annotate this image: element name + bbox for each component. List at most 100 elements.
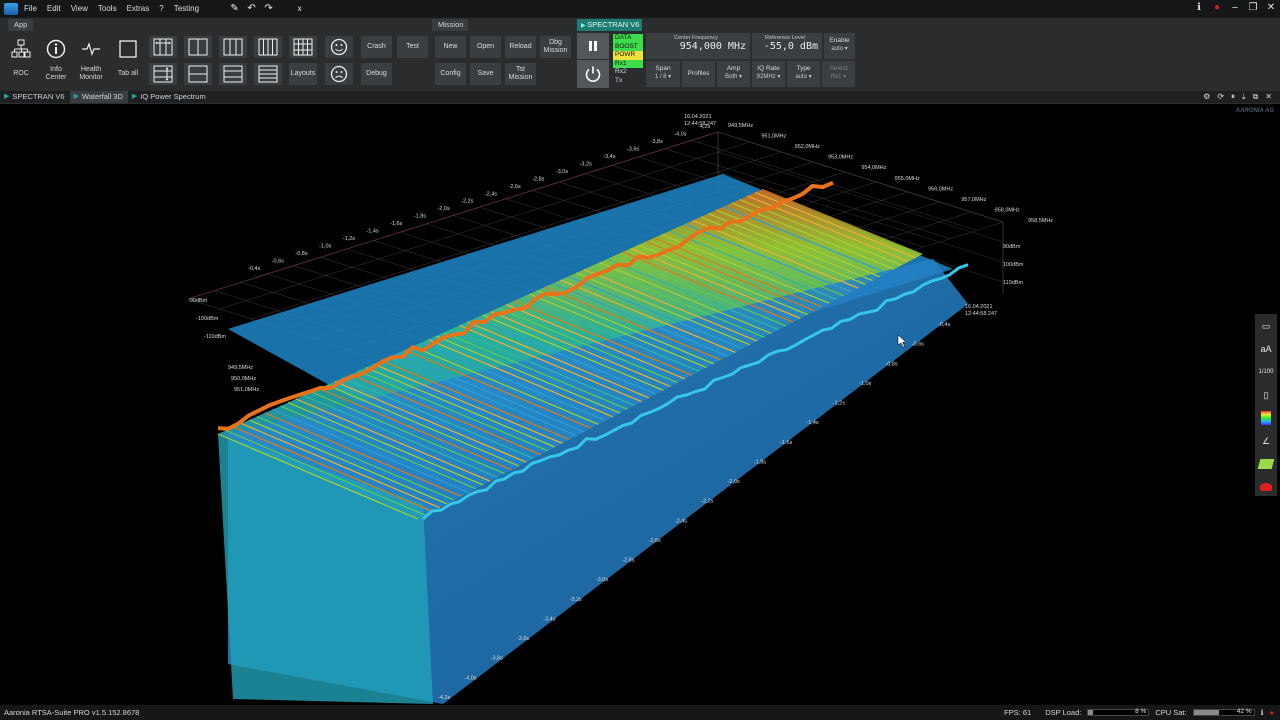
time-tick-label-right: -1,4s xyxy=(806,420,818,426)
brand-watermark: AARONIA AG xyxy=(1235,108,1274,114)
alert-status-icon[interactable]: ● xyxy=(1269,708,1274,717)
layout-4row-button[interactable] xyxy=(253,62,283,86)
roc-button[interactable]: ROC xyxy=(6,38,36,78)
select-rx-select[interactable]: Select Rx1 ▾ xyxy=(822,61,855,87)
time-tick-label-right: -2,0s xyxy=(727,479,739,485)
info-status-icon[interactable]: ℹ xyxy=(1261,708,1264,717)
time-tick-label-right: -3,6s xyxy=(517,636,529,642)
mission-open-button[interactable]: Open xyxy=(469,35,502,59)
frame-icon[interactable]: ▯ xyxy=(1257,386,1275,404)
time-tick-label-top: -2,0s xyxy=(437,206,449,212)
info-icon[interactable]: ℹ xyxy=(1194,2,1204,13)
tab-iq-power-spectrum[interactable]: ▶ IQ Power Spectrum xyxy=(128,91,211,103)
iq-rate-select[interactable]: IQ Rate 92MHz ▾ xyxy=(752,61,785,87)
test-button[interactable]: Test xyxy=(396,35,429,59)
menu-tools[interactable]: Tools xyxy=(98,4,117,13)
layout-split-arrows-h-button[interactable] xyxy=(148,35,178,59)
waterfall-3d-plot[interactable]: -0,4s -0,6s -0,8s -1,0s -1,2s -1,4s -1,6s -1,8s… xyxy=(3,104,1253,705)
span-select[interactable]: Span 1 / 8 ▾ xyxy=(646,61,680,87)
scale-icon[interactable]: 1/100 xyxy=(1257,363,1275,381)
status-powr: POWR xyxy=(613,51,643,60)
layout-3row-button[interactable] xyxy=(218,62,248,86)
amp-caption: Amp xyxy=(726,65,741,72)
close-tab-button[interactable]: x xyxy=(294,3,305,14)
tab-waterfall-3d[interactable]: ▶ Waterfall 3D xyxy=(69,91,128,103)
freq-tick-label: 955,0MHz xyxy=(895,176,920,182)
pause-small-icon[interactable]: ⏸ xyxy=(1231,92,1235,102)
time-tick-label-top: -0,8s xyxy=(295,251,307,257)
close-view-icon[interactable]: ✕ xyxy=(1265,92,1272,102)
font-size-icon[interactable]: aA xyxy=(1257,340,1275,358)
menu-help[interactable]: ? xyxy=(159,4,163,13)
reference-level-readout[interactable]: Reference Level -55,0 dBm xyxy=(752,33,822,59)
layout-4col-button[interactable] xyxy=(253,35,283,59)
menu-extras[interactable]: Extras xyxy=(127,4,150,13)
undock-icon[interactable]: ⧉ xyxy=(1253,92,1259,102)
tst-mission-button[interactable]: Tst Mission xyxy=(504,62,537,86)
reference-level-value: -55,0 dBm xyxy=(763,41,818,52)
layout-2col-button[interactable] xyxy=(183,35,213,59)
health-monitor-label: Health Monitor xyxy=(79,66,103,81)
mission-save-button[interactable]: Save xyxy=(469,62,502,86)
enable-select[interactable]: Enable auto ▾ xyxy=(824,33,855,59)
freq-tick-label: 958,5MHz xyxy=(1028,218,1053,224)
view-controls: ⚙ ⟳ ⏸ ⤓ ⧉ ✕ xyxy=(1203,92,1272,102)
ribbon-group-mission[interactable]: Mission xyxy=(432,19,468,31)
layout-split-arrows-v-button[interactable] xyxy=(148,62,178,86)
time-tick-label-right: -0,6s xyxy=(912,342,924,348)
time-tick-label-right: -3,0s xyxy=(596,577,608,583)
download-icon[interactable]: ⤓ xyxy=(1242,92,1246,102)
marker-icon[interactable] xyxy=(1257,478,1275,496)
waterfall-canvas[interactable]: -0,4s -0,6s -0,8s -1,0s -1,2s -1,4s -1,6s -1,8s… xyxy=(3,104,1253,705)
status-rx2: Rx2 xyxy=(615,68,627,75)
layout-3col-button[interactable] xyxy=(218,35,248,59)
dsp-load-meter: 8 % xyxy=(1087,708,1150,716)
layouts-button[interactable]: Layouts xyxy=(288,62,318,86)
profiles-button[interactable]: Profiles xyxy=(682,61,715,87)
center-frequency-readout[interactable]: Center Frequency 954,000 MHz xyxy=(646,33,750,59)
frown-button[interactable] xyxy=(324,62,354,86)
undo-icon[interactable]: ↶ xyxy=(246,3,257,14)
record-icon[interactable]: ● xyxy=(1212,2,1222,13)
type-select[interactable]: Type auto ▾ xyxy=(787,61,820,87)
maximize-button[interactable]: ❐ xyxy=(1248,2,1258,13)
menu-edit[interactable]: Edit xyxy=(47,4,61,13)
time-tick-label-right: -1,0s xyxy=(859,381,871,387)
color-palette-icon[interactable] xyxy=(1257,409,1275,427)
gear-icon[interactable]: ⚙ xyxy=(1203,92,1210,102)
type-value: auto ▾ xyxy=(795,74,812,80)
layout-grid-button[interactable] xyxy=(288,35,318,59)
mission-reload-button[interactable]: Reload xyxy=(504,35,537,59)
screenshot-icon[interactable]: ▭ xyxy=(1257,317,1275,335)
close-window-button[interactable]: ✕ xyxy=(1266,2,1276,13)
pause-button[interactable] xyxy=(577,33,609,59)
info-center-button[interactable]: Info Center xyxy=(41,38,71,82)
angle-icon[interactable]: ∠ xyxy=(1257,432,1275,450)
minimize-button[interactable]: – xyxy=(1230,2,1240,13)
refresh-icon[interactable]: ⟳ xyxy=(1217,92,1224,102)
cpu-sat-label: CPU Sat: xyxy=(1155,708,1187,717)
health-monitor-button[interactable]: Health Monitor xyxy=(76,38,106,82)
redo-icon[interactable]: ↷ xyxy=(263,3,274,14)
amp-select[interactable]: Amp Both ▾ xyxy=(717,61,750,87)
map-icon[interactable] xyxy=(1257,455,1275,473)
menu-view[interactable]: View xyxy=(71,4,88,13)
tab-spectran-v6[interactable]: ▶ SPECTRAN V6 xyxy=(0,91,70,103)
menu-file[interactable]: File xyxy=(24,4,37,13)
tab-all-button[interactable]: Tab all xyxy=(113,38,143,78)
crash-button[interactable]: Crash xyxy=(360,35,393,59)
mission-new-button[interactable]: New xyxy=(434,35,467,59)
pencil-icon[interactable]: ✎ xyxy=(229,3,240,14)
dsp-load-label: DSP Load: xyxy=(1045,708,1082,717)
menu-testing[interactable]: Testing xyxy=(174,4,199,13)
play-icon: ▶ xyxy=(4,93,10,100)
dbg-mission-button[interactable]: Dbg Mission xyxy=(539,35,572,59)
power-button[interactable] xyxy=(577,60,609,88)
debug-button[interactable]: Debug xyxy=(360,62,393,86)
mission-config-button[interactable]: Config xyxy=(434,62,467,86)
layout-2row-button[interactable] xyxy=(183,62,213,86)
smile-button[interactable] xyxy=(324,35,354,59)
spectran-device-tab[interactable]: ▶ SPECTRAN V6 xyxy=(577,19,642,31)
ribbon-group-app[interactable]: App xyxy=(8,19,34,31)
time-tick-label-top: -2,6s xyxy=(509,184,521,190)
